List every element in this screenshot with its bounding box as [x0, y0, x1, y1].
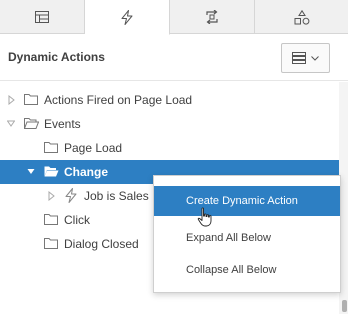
tab-rendering[interactable] [0, 0, 85, 34]
tree-node-label: Dialog Closed [64, 237, 139, 251]
shared-components-icon [294, 9, 309, 25]
tree-node-label: Job is Sales [84, 189, 149, 203]
expand-arrow-icon[interactable] [8, 95, 16, 105]
hand-cursor-icon [197, 207, 212, 227]
scrollbar-thumb[interactable] [342, 300, 347, 312]
menu-item-collapse-all-below[interactable]: Collapse All Below [154, 255, 340, 285]
menu-item-label: Create Dynamic Action [186, 195, 298, 207]
lightning-icon [121, 9, 133, 25]
tab-dynamic-actions[interactable] [85, 0, 170, 35]
menu-item-label: Collapse All Below [186, 264, 277, 276]
folder-open-icon [24, 118, 39, 129]
process-arrows-icon [206, 10, 218, 24]
collapse-arrow-icon[interactable] [7, 119, 15, 129]
tree-node-label: Actions Fired on Page Load [44, 93, 193, 107]
menu-item-expand-all-below[interactable]: Expand All Below [154, 223, 340, 253]
menu-lines-icon [292, 52, 306, 64]
folder-icon [44, 214, 58, 225]
menu-item-create-dynamic-action[interactable]: Create Dynamic Action [154, 186, 340, 216]
panel-header: Dynamic Actions [0, 35, 348, 81]
tree-node-label: Page Load [64, 141, 123, 155]
chevron-down-icon [311, 55, 319, 61]
expand-arrow-icon[interactable] [48, 191, 56, 201]
menu-item-label: Expand All Below [186, 232, 271, 244]
panel-menu-button[interactable] [281, 43, 330, 73]
folder-icon [24, 94, 38, 105]
folder-open-icon [44, 166, 59, 177]
lightning-icon [65, 188, 77, 203]
folder-icon [44, 238, 58, 249]
context-menu: Create Dynamic Action Expand All Below C… [153, 175, 341, 293]
collapse-arrow-icon[interactable] [27, 167, 35, 177]
tree-node-events[interactable]: Events [0, 112, 348, 136]
tree-node-label: Click [64, 213, 90, 227]
layout-grid-icon [35, 11, 49, 23]
tree-node-label: Events [44, 117, 81, 131]
tab-shared-components[interactable] [255, 0, 348, 34]
panel-title: Dynamic Actions [8, 50, 105, 64]
tree-node-actions-fired-on-page-load[interactable]: Actions Fired on Page Load [0, 88, 348, 112]
tree-node-page-load[interactable]: Page Load [0, 136, 348, 160]
tab-bar [0, 0, 348, 35]
folder-icon [44, 142, 58, 153]
tree-node-label: Change [64, 165, 109, 179]
tab-processing[interactable] [170, 0, 255, 34]
